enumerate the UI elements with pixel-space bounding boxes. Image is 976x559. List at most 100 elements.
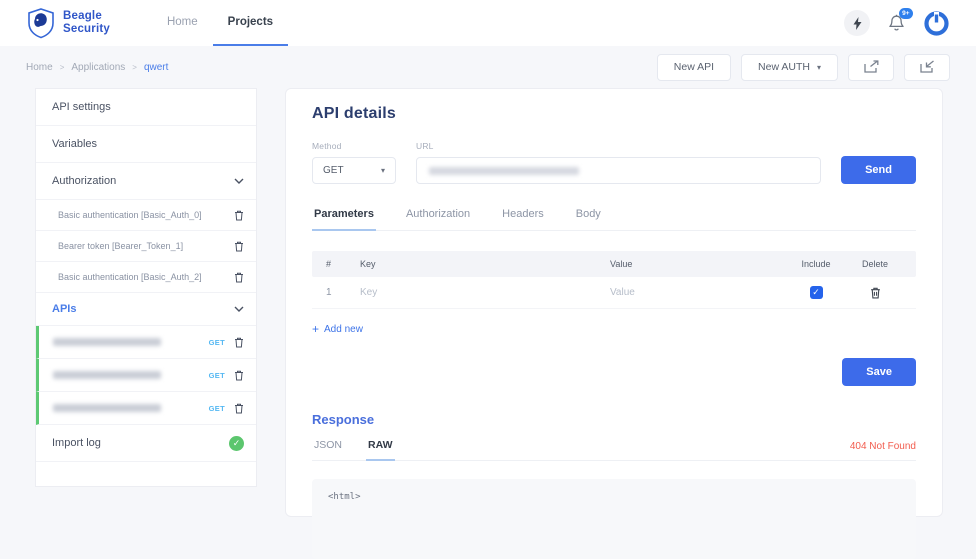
chevron-down-icon: ▾	[817, 63, 821, 72]
top-bar: Beagle Security Home Projects 9+	[0, 0, 976, 46]
col-key: Key	[360, 259, 610, 269]
sidebar-auth-item-basic-auth-2[interactable]: Basic authentication [Basic_Auth_2]	[36, 262, 256, 293]
table-row: 1 Key Value ✓	[312, 277, 916, 309]
chevron-down-icon: ▾	[381, 166, 385, 175]
add-new-label: Add new	[324, 324, 363, 335]
sidebar-item-label: Variables	[52, 138, 97, 150]
tab-raw[interactable]: RAW	[366, 439, 395, 461]
new-api-label: New API	[674, 61, 714, 73]
quick-actions-button[interactable]	[844, 10, 870, 36]
response-body: <html>	[312, 479, 916, 559]
beagle-security-logo[interactable]: Beagle Security	[26, 7, 110, 39]
lightning-bolt-icon	[853, 17, 862, 30]
sidebar-auth-item-basic-auth-0[interactable]: Basic authentication [Basic_Auth_0]	[36, 200, 256, 231]
add-new-button[interactable]: + Add new	[312, 322, 363, 336]
chevron-down-icon	[234, 178, 244, 184]
response-code: <html>	[328, 492, 361, 502]
breadcrumb-separator: >	[132, 63, 137, 72]
toolbar-actions: New API New AUTH ▾	[657, 54, 950, 81]
success-check-icon: ✓	[229, 436, 244, 451]
value-input[interactable]: Value	[610, 287, 784, 298]
sidebar-item-label: APIs	[52, 303, 76, 315]
send-button[interactable]: Send	[841, 156, 916, 184]
tab-headers[interactable]: Headers	[500, 208, 546, 231]
tab-json[interactable]: JSON	[312, 439, 344, 461]
nav-home[interactable]: Home	[152, 0, 213, 46]
request-tabs: Parameters Authorization Headers Body	[312, 208, 916, 231]
tab-authorization[interactable]: Authorization	[404, 208, 472, 231]
include-checkbox[interactable]: ✓	[810, 286, 823, 299]
sidebar-item-label: Authorization	[52, 175, 116, 187]
method-tag: GET	[209, 371, 225, 380]
col-include: Include	[784, 259, 848, 269]
col-number: #	[326, 259, 360, 269]
redacted-api-name	[53, 338, 161, 346]
chevron-down-icon	[234, 306, 244, 312]
trash-icon[interactable]	[234, 272, 244, 283]
tab-parameters[interactable]: Parameters	[312, 208, 376, 231]
redacted-api-name	[53, 404, 161, 412]
response-status: 404 Not Found	[850, 441, 916, 460]
import-collection-button[interactable]	[904, 54, 950, 81]
url-group: URL	[416, 141, 821, 184]
trash-icon[interactable]	[234, 370, 244, 381]
sidebar-item-authorization[interactable]: Authorization	[36, 163, 256, 200]
trash-icon[interactable]	[870, 287, 881, 299]
key-input[interactable]: Key	[360, 287, 610, 298]
save-button[interactable]: Save	[842, 358, 916, 386]
sidebar-item-api-settings[interactable]: API settings	[36, 89, 256, 126]
breadcrumb-current-project[interactable]: qwert	[144, 62, 168, 73]
notification-count-badge: 9+	[899, 8, 913, 19]
auth-item-label: Bearer token [Bearer_Token_1]	[58, 241, 183, 251]
method-tag: GET	[209, 404, 225, 413]
sidebar-item-import-log[interactable]: Import log ✓	[36, 425, 256, 462]
trash-icon[interactable]	[234, 241, 244, 252]
new-api-button[interactable]: New API	[657, 54, 731, 81]
nav-projects[interactable]: Projects	[213, 0, 288, 46]
breadcrumb-home[interactable]: Home	[26, 62, 53, 73]
tab-body[interactable]: Body	[574, 208, 603, 231]
trash-icon[interactable]	[234, 210, 244, 221]
breadcrumb-applications[interactable]: Applications	[71, 62, 125, 73]
method-value: GET	[323, 165, 344, 176]
sidebar-item-apis[interactable]: APIs	[36, 293, 256, 326]
shield-dog-icon	[26, 7, 56, 39]
sidebar-item-label: API settings	[52, 101, 111, 113]
method-group: Method GET ▾	[312, 141, 396, 184]
method-label: Method	[312, 141, 396, 151]
top-actions: 9+	[844, 10, 950, 37]
sidebar: API settings Variables Authorization Bas…	[35, 88, 257, 487]
sidebar-auth-item-bearer-token-1[interactable]: Bearer token [Bearer_Token_1]	[36, 231, 256, 262]
trash-icon[interactable]	[234, 337, 244, 348]
sidebar-api-item[interactable]: GET	[36, 392, 256, 425]
export-icon	[863, 60, 880, 74]
main-panel: API details Method GET ▾ URL Send Parame…	[285, 88, 943, 517]
sidebar-item-variables[interactable]: Variables	[36, 126, 256, 163]
method-tag: GET	[209, 338, 225, 347]
method-select[interactable]: GET ▾	[312, 157, 396, 184]
power-icon	[923, 10, 950, 37]
url-label: URL	[416, 141, 821, 151]
url-input[interactable]	[416, 157, 821, 184]
trash-icon[interactable]	[234, 403, 244, 414]
sidebar-api-item[interactable]: GET	[36, 359, 256, 392]
parameters-table: # Key Value Include Delete 1 Key Value ✓	[312, 251, 916, 309]
sidebar-api-item[interactable]: GET	[36, 326, 256, 359]
request-builder: Method GET ▾ URL Send	[312, 141, 916, 184]
auth-item-label: Basic authentication [Basic_Auth_0]	[58, 210, 202, 220]
notifications-button[interactable]: 9+	[888, 14, 905, 33]
new-auth-label: New AUTH	[758, 61, 810, 73]
page-title: API details	[312, 105, 916, 123]
export-collection-button[interactable]	[848, 54, 894, 81]
plus-icon: +	[312, 322, 319, 336]
new-auth-dropdown-button[interactable]: New AUTH ▾	[741, 54, 838, 81]
toolbar-row: Home > Applications > qwert New API New …	[0, 46, 976, 88]
response-tabs: JSON RAW 404 Not Found	[312, 439, 916, 461]
row-number: 1	[326, 287, 360, 298]
response-title: Response	[312, 412, 916, 427]
sidebar-item-label: Import log	[52, 437, 101, 449]
logout-power-button[interactable]	[923, 10, 950, 37]
breadcrumb-separator: >	[60, 63, 65, 72]
main-nav: Home Projects	[152, 0, 288, 46]
redacted-url-value	[429, 167, 579, 175]
